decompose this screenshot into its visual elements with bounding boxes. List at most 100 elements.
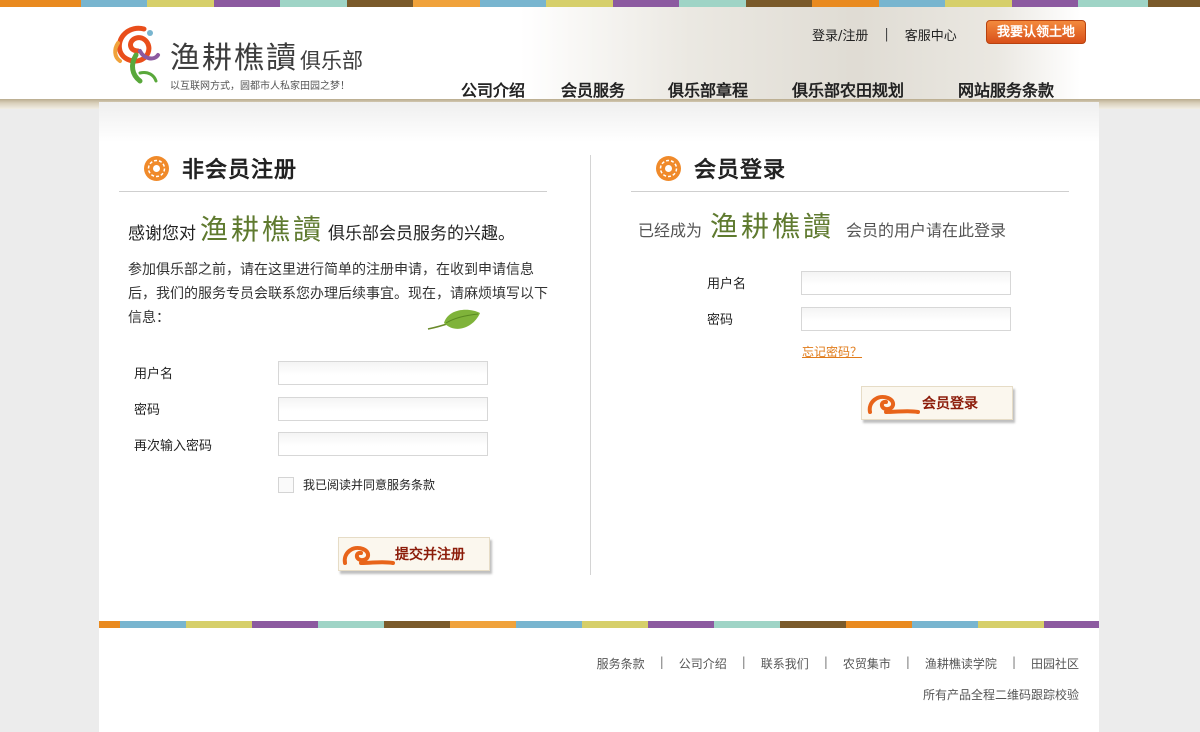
stripe-segment xyxy=(280,0,347,7)
login-lead-brand: 渔耕樵讀 xyxy=(710,210,835,243)
site-logo[interactable]: 渔耕樵讀俱乐部 以互联网方式，圆都市人私家田园之梦！ xyxy=(110,19,390,97)
stripe-segment xyxy=(745,0,813,7)
stripe-segment xyxy=(1078,0,1148,7)
stripe-segment xyxy=(1147,0,1200,7)
logo-title: 渔耕樵讀俱乐部 xyxy=(170,41,363,76)
login-password-label: 密码 xyxy=(707,313,734,328)
flower-emblem-icon xyxy=(144,155,169,181)
footer-color-stripe xyxy=(99,621,1099,628)
register-intro-suffix: 俱乐部会员服务的兴趣。 xyxy=(328,224,516,244)
stripe-segment xyxy=(912,621,979,628)
stripe-segment xyxy=(612,0,680,7)
stripe-segment xyxy=(251,621,318,628)
register-username-input[interactable] xyxy=(278,361,488,385)
footer-link-community[interactable]: 田园社区 xyxy=(1031,655,1079,672)
stripe-segment xyxy=(846,621,913,628)
stripe-segment xyxy=(185,621,252,628)
login-password-input[interactable] xyxy=(801,307,1011,331)
login-header-rule xyxy=(631,191,1069,192)
nav-club-charter[interactable]: 俱乐部章程 xyxy=(668,77,748,101)
top-links: 登录/注册 | 客服中心 xyxy=(812,25,957,44)
submit-register-button[interactable]: 提交并注册 xyxy=(338,537,490,571)
stripe-segment xyxy=(978,621,1045,628)
stripe-segment xyxy=(1011,0,1079,7)
site-header: 渔耕樵讀俱乐部 以互联网方式，圆都市人私家田园之梦！ 登录/注册 | 客服中心 … xyxy=(0,7,1200,109)
stripe-segment xyxy=(99,621,120,628)
register-header-rule xyxy=(119,191,547,192)
footer-link-academy[interactable]: 渔耕樵读学院 xyxy=(925,655,997,672)
stripe-segment xyxy=(0,0,81,7)
register-password-label: 密码 xyxy=(134,403,161,418)
stripe-segment xyxy=(878,0,946,7)
flower-emblem-icon xyxy=(656,155,681,181)
content-top-shade xyxy=(99,102,1099,142)
customer-service-link[interactable]: 客服中心 xyxy=(905,25,957,44)
logo-slogan: 以互联网方式，圆都市人私家田园之梦！ xyxy=(170,81,350,92)
stripe-segment xyxy=(80,0,148,7)
cloud-swirl-icon xyxy=(342,546,395,565)
login-username-input[interactable] xyxy=(801,271,1011,295)
login-username-label: 用户名 xyxy=(707,277,747,292)
nav-farmland-plan[interactable]: 俱乐部农田规划 xyxy=(792,77,904,101)
stripe-segment xyxy=(213,0,281,7)
stripe-segment xyxy=(119,621,186,628)
top-color-stripe xyxy=(0,0,1200,7)
site-footer: 服务条款 | 公司介绍 | 联系我们 | 农贸集市 | 渔耕樵读学院 | 田园社… xyxy=(99,628,1099,732)
leaf-icon xyxy=(427,309,480,330)
agree-terms[interactable]: 我已阅读并同意服务条款 xyxy=(278,476,435,493)
stripe-segment xyxy=(413,0,480,7)
footer-link-market[interactable]: 农贸集市 xyxy=(843,655,891,672)
agree-terms-label: 我已阅读并同意服务条款 xyxy=(303,478,436,492)
footer-link-terms[interactable]: 服务条款 xyxy=(597,655,645,672)
login-lead-suffix: 会员的用户请在此登录 xyxy=(846,221,1007,240)
stripe-segment xyxy=(515,621,582,628)
stripe-segment xyxy=(147,0,214,7)
login-register-link[interactable]: 登录/注册 xyxy=(812,25,868,44)
footer-separator: | xyxy=(659,655,664,669)
footer-separator: | xyxy=(905,655,910,669)
register-username-label: 用户名 xyxy=(134,367,174,382)
submit-register-label: 提交并注册 xyxy=(395,547,465,563)
footer-link-company[interactable]: 公司介绍 xyxy=(679,655,727,672)
member-login-button[interactable]: 会员登录 xyxy=(861,386,1013,420)
footer-link-contact[interactable]: 联系我们 xyxy=(761,655,809,672)
stripe-segment xyxy=(383,621,450,628)
register-password-input[interactable] xyxy=(278,397,488,421)
section-divider xyxy=(590,155,591,575)
register-confirm-password-input[interactable] xyxy=(278,432,488,456)
stripe-segment xyxy=(780,621,847,628)
login-section-header: 会员登录 xyxy=(655,148,786,188)
register-confirm-password-label: 再次输入密码 xyxy=(134,439,213,454)
nav-member-service[interactable]: 会员服务 xyxy=(561,77,625,101)
login-section-title: 会员登录 xyxy=(694,158,787,183)
footer-separator: | xyxy=(741,655,746,669)
register-intro-brand: 渔耕樵讀 xyxy=(200,213,325,246)
login-lead-prefix: 已经成为 xyxy=(638,221,703,240)
register-paragraph: 参加俱乐部之前，请在这里进行简单的注册申请，在收到申请信息后，我们的服务专员会联… xyxy=(128,262,548,326)
footer-separator: | xyxy=(823,655,828,669)
stripe-segment xyxy=(714,621,781,628)
member-login-label: 会员登录 xyxy=(922,396,978,412)
nav-site-terms[interactable]: 网站服务条款 xyxy=(958,77,1054,101)
stripe-segment xyxy=(479,0,547,7)
stripe-segment xyxy=(812,0,879,7)
stripe-segment xyxy=(945,0,1012,7)
register-section-header: 非会员注册 xyxy=(143,148,297,188)
stripe-segment xyxy=(317,621,384,628)
stripe-segment xyxy=(679,0,746,7)
footer-separator: | xyxy=(1011,655,1016,669)
stripe-segment xyxy=(449,621,516,628)
footer-links: 服务条款 | 公司介绍 | 联系我们 | 农贸集市 | 渔耕樵读学院 | 田园社… xyxy=(597,655,1079,672)
stripe-segment xyxy=(346,0,414,7)
forgot-password-link[interactable]: 忘记密码？ xyxy=(802,343,862,360)
stripe-segment xyxy=(1044,621,1099,628)
agree-terms-checkbox[interactable] xyxy=(278,476,294,493)
nav-company-intro[interactable]: 公司介绍 xyxy=(461,77,525,101)
register-intro-prefix: 感谢您对 xyxy=(128,224,196,244)
footer-note: 所有产品全程二维码跟踪校验 xyxy=(922,688,1079,702)
claim-land-button[interactable]: 我要认领土地 xyxy=(986,20,1086,44)
login-lead: 已经成为 渔耕樵讀 会员的用户请在此登录 xyxy=(638,205,1006,245)
register-section-title: 非会员注册 xyxy=(182,158,298,183)
stripe-segment xyxy=(546,0,613,7)
cloud-swirl-icon xyxy=(867,395,920,414)
